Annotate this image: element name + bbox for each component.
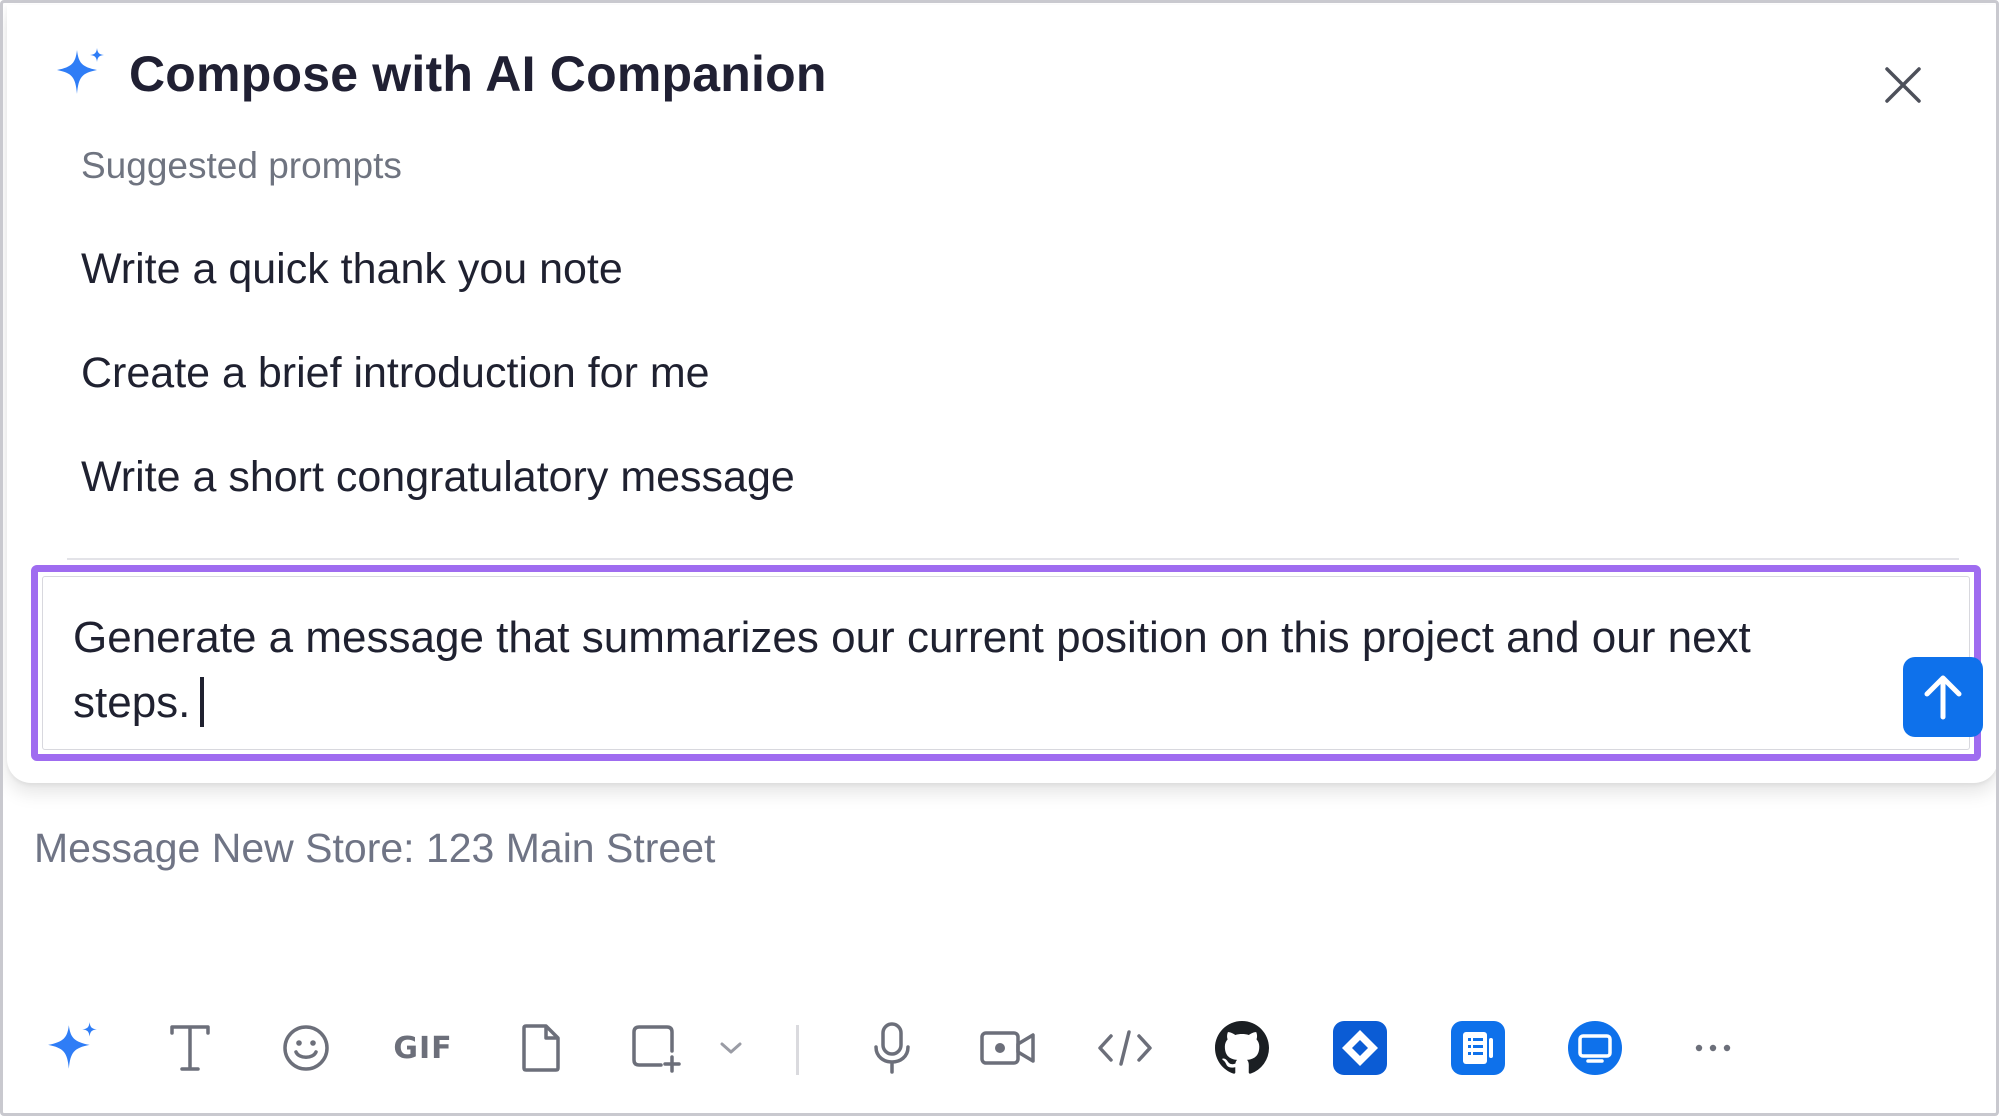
send-prompt-button[interactable] [1903,657,1983,737]
jira-app-button[interactable] [1325,1013,1395,1083]
screenshot-icon [632,1025,681,1073]
jira-icon [1333,1021,1387,1075]
suggested-prompt-congratulatory[interactable]: Write a short congratulatory message [81,453,795,502]
ai-prompt-input-inner: Generate a message that summarizes our c… [42,576,1983,750]
whiteboard-app-button[interactable] [1560,1013,1630,1083]
text-format-button[interactable] [155,1013,225,1083]
suggested-prompt-introduction[interactable]: Create a brief introduction for me [81,349,710,398]
emoji-button[interactable] [271,1013,341,1083]
file-button[interactable] [505,1013,575,1083]
panel-divider [67,558,1959,560]
ai-prompt-input[interactable]: Generate a message that summarizes our c… [31,565,1983,761]
ai-prompt-value: Generate a message that summarizes our c… [73,613,1751,727]
text-caret [200,677,205,727]
notes-app-button[interactable] [1443,1013,1513,1083]
suggested-prompts-label: Suggested prompts [81,145,402,186]
code-snippet-icon [1098,1030,1152,1066]
close-icon [1885,67,1921,103]
screenshot-options-dropdown[interactable] [703,1013,758,1083]
app-window: Compose with AI Companion Suggested prom… [0,0,1999,1116]
composer-toolbar: GIF [3,1013,1996,1093]
text-format-icon [170,1025,210,1071]
close-button[interactable] [1875,57,1931,113]
video-clip-button[interactable] [973,1013,1043,1083]
ai-companion-icon [48,1022,97,1069]
toolbar-separator [796,1025,799,1075]
gif-button[interactable]: GIF [388,1013,458,1083]
microphone-icon [874,1022,910,1074]
emoji-icon [283,1025,329,1071]
message-input[interactable]: Message New Store: 123 Main Street [34,825,715,872]
gif-icon: GIF [393,1030,453,1066]
ai-prompt-text[interactable]: Generate a message that summarizes our c… [73,605,1843,735]
github-icon [1215,1021,1269,1074]
suggested-prompt-thank-you[interactable]: Write a quick thank you note [81,245,623,294]
ai-compose-panel: Compose with AI Companion Suggested prom… [7,5,1996,783]
file-icon [522,1024,560,1072]
arrow-up-icon [1924,675,1962,720]
screenshot-button[interactable] [621,1013,691,1083]
video-clip-icon [980,1031,1035,1065]
code-snippet-button[interactable] [1090,1013,1160,1083]
ai-panel-header: Compose with AI Companion [53,45,827,103]
ai-panel-title: Compose with AI Companion [129,46,827,102]
more-options-button[interactable] [1678,1013,1748,1083]
ai-companion-button[interactable] [38,1013,108,1083]
more-icon [1695,1044,1731,1052]
chevron-down-icon [720,1042,741,1054]
notes-app-icon [1451,1021,1505,1075]
whiteboard-app-icon [1568,1021,1622,1075]
sparkle-icon [57,48,104,94]
github-app-button[interactable] [1207,1013,1277,1083]
voice-message-button[interactable] [857,1013,927,1083]
